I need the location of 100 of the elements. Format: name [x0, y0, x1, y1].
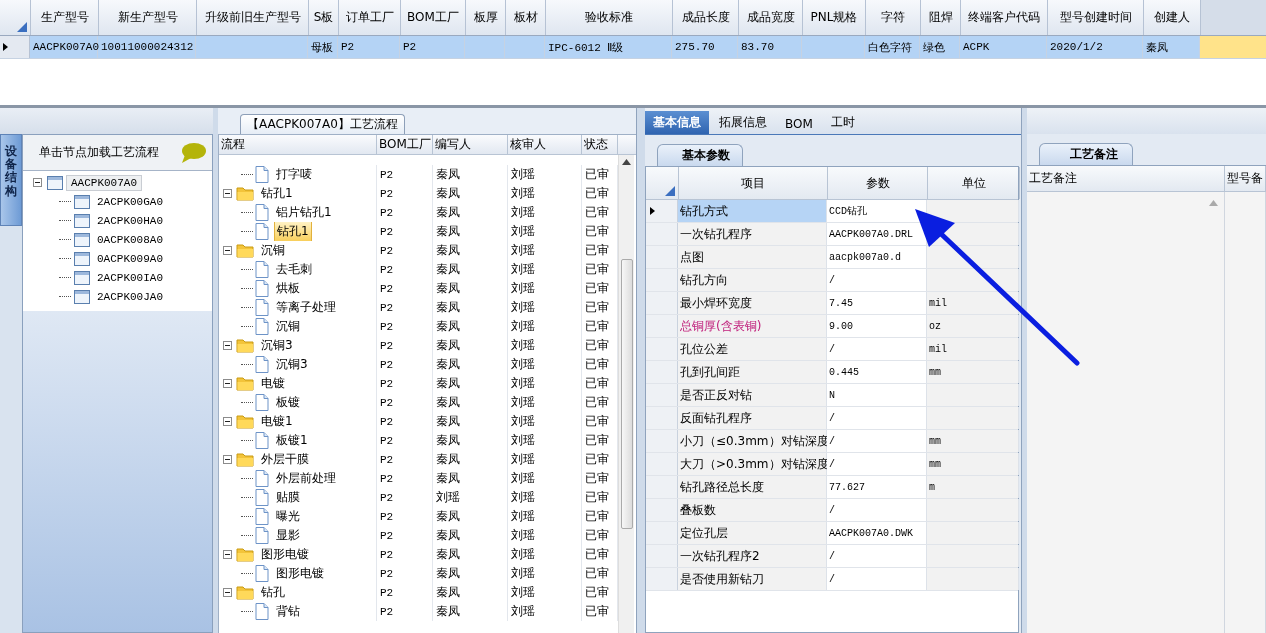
- column-header[interactable]: BOM工厂: [401, 0, 466, 35]
- tree-item[interactable]: 钻孔: [259, 583, 287, 602]
- splitter[interactable]: [1021, 108, 1027, 633]
- tree-item[interactable]: 2ACPK00JA0: [93, 289, 167, 304]
- column-header[interactable]: 项目: [679, 167, 828, 199]
- tree-item[interactable]: 烘板: [274, 279, 302, 298]
- column-header[interactable]: 生产型号: [31, 0, 99, 35]
- tree-item[interactable]: 钻孔1: [274, 222, 312, 241]
- collapse-icon[interactable]: [33, 178, 42, 187]
- column-header[interactable]: 验收标准: [546, 0, 673, 35]
- collapse-icon[interactable]: [223, 379, 232, 388]
- tree-item[interactable]: 沉铜: [274, 317, 302, 336]
- column-header[interactable]: 流程: [219, 135, 377, 154]
- tree-item[interactable]: 0ACPK009A0: [93, 251, 167, 266]
- column-header[interactable]: 终端客户代码: [961, 0, 1048, 35]
- column-header[interactable]: 核审人: [508, 135, 582, 154]
- tree-item[interactable]: 图形电镀: [274, 564, 326, 583]
- column-header[interactable]: 板材: [506, 0, 546, 35]
- collapse-icon[interactable]: [223, 417, 232, 426]
- table-cell: 刘瑶: [511, 470, 535, 487]
- splitter[interactable]: [213, 108, 218, 633]
- tree-item[interactable]: 沉铜3: [259, 336, 295, 355]
- tree-item[interactable]: 等离子处理: [274, 298, 338, 317]
- collapse-icon[interactable]: [223, 341, 232, 350]
- column-header[interactable]: BOM工厂: [377, 135, 433, 154]
- table-cell: 刘瑶: [511, 375, 535, 392]
- table-cell: /: [827, 338, 927, 360]
- column-header[interactable]: 新生产型号: [99, 0, 197, 35]
- column-header[interactable]: 参数: [828, 167, 928, 199]
- table-cell: P2: [380, 206, 394, 219]
- group-title: 【AACPK007A0】工艺流程: [240, 114, 405, 134]
- tree-item[interactable]: 沉铜: [259, 241, 287, 260]
- tree-item[interactable]: 2ACPK00GA0: [93, 194, 167, 209]
- table-cell: 孔到孔间距: [678, 361, 827, 383]
- table-cell: P2: [380, 453, 394, 466]
- tree-item[interactable]: 打字唛: [274, 165, 314, 184]
- table-cell: 275.70: [672, 36, 738, 58]
- tree-item[interactable]: 铝片钻孔1: [274, 203, 334, 222]
- column-header[interactable]: 工艺备注: [1027, 166, 1225, 191]
- table-row[interactable]: AACPK007A0 10011000024312 母板 P2 P2 IPC-6012 Ⅱ级 275.70 83.70 白色字符 绿色 ACPK 2020/1/2 秦凤: [0, 36, 1266, 59]
- tree-item[interactable]: 外层干膜: [259, 450, 311, 469]
- tab[interactable]: 工艺备注: [1039, 143, 1133, 165]
- tree-item[interactable]: 外层前处理: [274, 469, 338, 488]
- scroll-thumb[interactable]: [620, 259, 633, 529]
- column-header[interactable]: 编写人: [433, 135, 508, 154]
- tree-item[interactable]: 图形电镀: [259, 545, 311, 564]
- table-cell: 刘瑶: [511, 432, 535, 449]
- window-icon: [74, 194, 90, 209]
- column-header[interactable]: 成品长度: [673, 0, 739, 35]
- tree-item[interactable]: 2ACPK00IA0: [93, 270, 167, 285]
- tree-item[interactable]: 贴膜: [274, 488, 302, 507]
- collapse-icon[interactable]: [223, 588, 232, 597]
- tree-item[interactable]: 沉铜3: [274, 355, 310, 374]
- tree-item[interactable]: 钻孔1: [259, 184, 295, 203]
- tree-item[interactable]: AACPK007A0: [66, 174, 142, 191]
- table-cell: 已审: [585, 489, 609, 506]
- tab[interactable]: 工时: [822, 111, 863, 134]
- collapse-icon[interactable]: [223, 246, 232, 255]
- row-header[interactable]: [0, 36, 30, 58]
- tree-item[interactable]: 电镀1: [259, 412, 295, 431]
- column-header[interactable]: 字符: [866, 0, 921, 35]
- column-header[interactable]: 型号备: [1225, 166, 1266, 191]
- tab[interactable]: 基本信息: [645, 111, 709, 134]
- column-header[interactable]: 订单工厂: [339, 0, 401, 35]
- side-tab[interactable]: 设备结构: [0, 134, 22, 226]
- column-header[interactable]: 单位: [928, 167, 1020, 199]
- table-cell: 刘瑶: [511, 261, 535, 278]
- scrollbar[interactable]: [618, 155, 634, 633]
- row-header[interactable]: [646, 200, 678, 222]
- tab[interactable]: 基本参数: [657, 144, 743, 166]
- collapse-icon[interactable]: [223, 455, 232, 464]
- table-cell: mm: [927, 361, 1019, 383]
- tree-item[interactable]: 曝光: [274, 507, 302, 526]
- tree-item[interactable]: 板镀: [274, 393, 302, 412]
- column-header[interactable]: 板厚: [466, 0, 506, 35]
- table-cell: 母板: [308, 36, 338, 58]
- tree-item[interactable]: 板镀1: [274, 431, 310, 450]
- scroll-up-icon[interactable]: [622, 159, 631, 165]
- tree-item[interactable]: 显影: [274, 526, 302, 545]
- document-icon: [255, 356, 269, 373]
- tree-item[interactable]: 0ACPK008A0: [93, 232, 167, 247]
- column-header[interactable]: S板: [309, 0, 339, 35]
- table-cell: 已审: [585, 185, 609, 202]
- column-header[interactable]: 型号创建时间: [1048, 0, 1144, 35]
- tree-item[interactable]: 2ACPK00HA0: [93, 213, 167, 228]
- column-header[interactable]: 阻焊: [921, 0, 961, 35]
- tree-item[interactable]: 去毛刺: [274, 260, 314, 279]
- folder-icon: [236, 243, 254, 258]
- tree-item[interactable]: 电镀: [259, 374, 287, 393]
- tab[interactable]: 拓展信息: [711, 111, 775, 134]
- tab[interactable]: BOM: [777, 114, 821, 134]
- table-cell: P2: [380, 358, 394, 371]
- collapse-icon[interactable]: [223, 550, 232, 559]
- column-header[interactable]: PNL规格: [803, 0, 866, 35]
- table-cell: 秦凤: [436, 565, 460, 582]
- column-header[interactable]: 成品宽度: [739, 0, 803, 35]
- tree-item[interactable]: 背钻: [274, 602, 302, 621]
- column-header[interactable]: 状态: [582, 135, 618, 154]
- collapse-icon[interactable]: [223, 189, 232, 198]
- column-header[interactable]: 升级前旧生产型号: [197, 0, 309, 35]
